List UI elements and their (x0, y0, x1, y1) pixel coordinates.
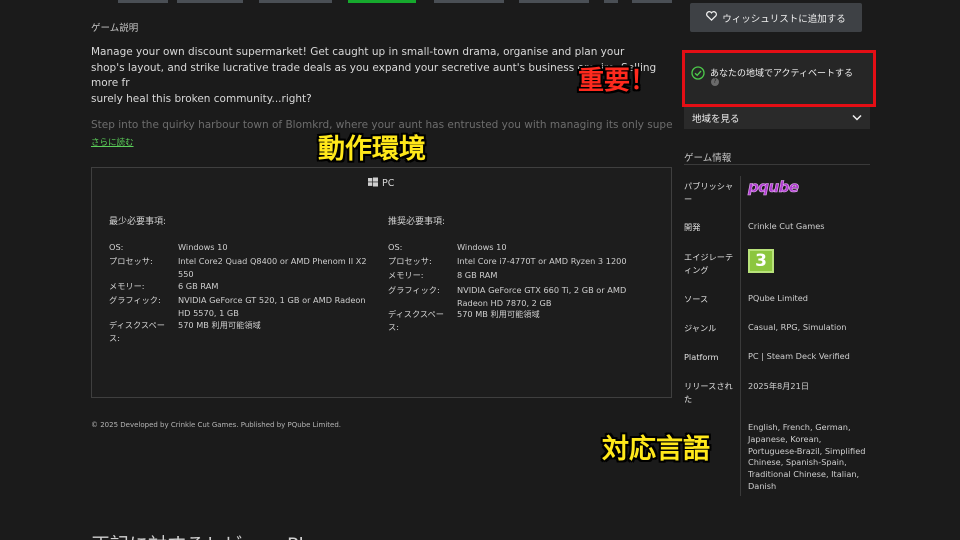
add-to-wishlist-button[interactable]: ウィッシュリストに追加する (690, 3, 862, 32)
min-os-label: OS: (109, 242, 124, 252)
age-rating-label: エイジレーティング (684, 252, 734, 275)
annotation-requirements: 動作環境 (318, 134, 426, 165)
source-label: ソース (684, 294, 709, 304)
thumbnail-6[interactable] (519, 0, 589, 3)
pegi-3-badge: 3 (748, 249, 774, 273)
min-gpu-value: NVIDIA GeForce GT 520, 1 GB or AMD Radeo… (178, 295, 366, 318)
thumbnail-8[interactable] (632, 0, 672, 3)
pqube-logo[interactable]: pqube (748, 178, 800, 197)
about-description: Manage your own discount supermarket! Ge… (91, 46, 657, 105)
heart-icon (706, 11, 718, 24)
activation-text: あなたの地域でアクティベートする (710, 69, 854, 79)
minimum-title: 最少必要事項: (109, 217, 167, 227)
annotation-important: 重要！ (578, 66, 657, 96)
game-info-title: ゲーム情報 (684, 153, 732, 164)
thumbnail-7[interactable] (604, 0, 618, 3)
publisher-label: パブリッシャー (684, 181, 734, 204)
developer-label: 開発 (684, 222, 701, 232)
wishlist-label: ウィッシュリストに追加する (722, 13, 846, 25)
min-ram-value: 6 GB RAM (178, 281, 219, 291)
platform-tab: PC (368, 177, 394, 190)
rec-cpu-value: Intel Core i7-4770T or AMD Ryzen 3 1200 (457, 256, 627, 266)
reviews-heading: 正記に対するレビュー Please ... (91, 530, 373, 540)
release-value: 2025年8月21日 (748, 381, 810, 391)
rec-cpu-label: プロセッサ: (388, 256, 432, 266)
system-requirements-panel: PC 最少必要事項: 推奨必要事項: OS: Windows 10 プロセッサ:… (91, 167, 672, 398)
rec-os-value: Windows 10 (457, 242, 507, 252)
genre-label: ジャンル (684, 323, 717, 333)
recommended-title: 推奨必要事項: (388, 217, 446, 227)
release-label: リリースされた (684, 381, 733, 404)
thumbnail-3[interactable] (259, 0, 332, 3)
windows-icon (368, 177, 378, 190)
rec-disk-label: ディスクスペース: (388, 309, 444, 332)
view-regions-button[interactable]: 地域を見る (684, 107, 870, 129)
rec-os-label: OS: (388, 242, 403, 252)
platform-value: PC | Steam Deck Verified (748, 351, 850, 361)
developer-value[interactable]: Crinkle Cut Games (748, 221, 825, 233)
min-disk-label: ディスクスペース: (109, 320, 165, 343)
thumbnail-1[interactable] (118, 0, 168, 3)
help-icon[interactable]: ? (711, 78, 719, 86)
genre-value: Casual, RPG, Simulation (748, 322, 847, 332)
region-label: 地域を見る (692, 114, 740, 125)
min-ram-label: メモリー: (109, 281, 145, 291)
platform-label-sidebar: Platform (684, 352, 719, 362)
platform-label: PC (382, 178, 395, 189)
info-divider (684, 164, 870, 165)
rec-disk-value: 570 MB 利用可能領域 (457, 309, 540, 319)
read-more-link[interactable]: さらに読む (91, 136, 134, 148)
min-cpu-label: プロセッサ: (109, 256, 153, 266)
annotation-languages: 対応言語 (602, 434, 710, 465)
min-os-value: Windows 10 (178, 242, 228, 252)
thumbnail-2[interactable] (177, 0, 243, 3)
thumbnail-5[interactable] (434, 0, 504, 3)
min-disk-value: 570 MB 利用可能領域 (178, 320, 261, 330)
chevron-down-icon (852, 113, 862, 124)
about-title: ゲーム説明 (91, 23, 139, 34)
rec-gpu-value: NVIDIA GeForce GTX 660 Ti, 2 GB or AMD R… (457, 285, 627, 308)
rec-ram-label: メモリー: (388, 270, 424, 280)
rec-gpu-label: グラフィック: (388, 285, 440, 295)
languages-value: English, French, German, Japanese, Korea… (748, 422, 866, 491)
source-value: PQube Limited (748, 293, 808, 303)
thumbnail-active[interactable] (348, 0, 416, 3)
rec-ram-value: 8 GB RAM (457, 270, 498, 280)
activation-region-notice: あなたの地域でアクティベートする ? (682, 50, 876, 107)
copyright-text: © 2025 Developed by Crinkle Cut Games. P… (91, 421, 341, 429)
check-circle-icon (691, 65, 705, 84)
min-cpu-value: Intel Core2 Quad Q8400 or AMD Phenom II … (178, 256, 367, 279)
info-column-divider (740, 176, 741, 496)
min-gpu-label: グラフィック: (109, 295, 161, 305)
